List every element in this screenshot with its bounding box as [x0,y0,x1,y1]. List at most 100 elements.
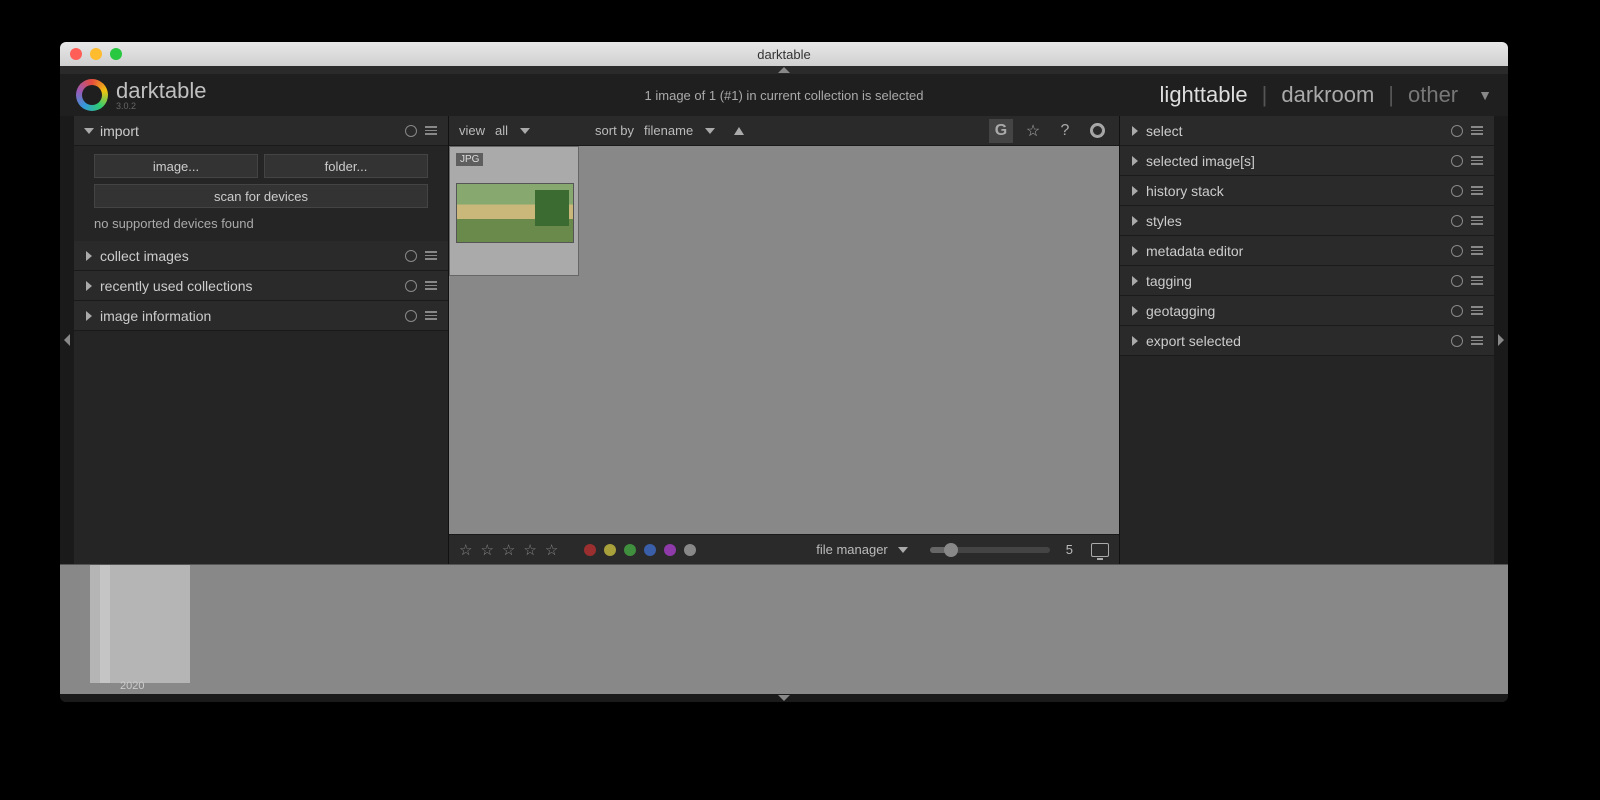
view-dropdown-icon[interactable]: ▼ [1478,87,1492,103]
presets-icon[interactable] [1470,184,1484,198]
panel-imageinfo-header[interactable]: image information [74,301,448,331]
thumbnail[interactable]: JPG [449,146,579,276]
panel-label: collect images [100,248,189,264]
view-filter-label: view [459,123,485,138]
tab-lighttable[interactable]: lighttable [1160,82,1248,108]
app-window: darktable darktable 3.0.2 1 image of 1 (… [60,42,1508,702]
reset-icon[interactable] [1450,154,1464,168]
presets-icon[interactable] [424,279,438,293]
reset-icon[interactable] [1450,304,1464,318]
minimize-icon[interactable] [90,48,102,60]
reset-icon[interactable] [404,309,418,323]
panel-styles-header[interactable]: styles [1120,206,1494,236]
thumbnail-grid[interactable]: JPG [449,146,1119,534]
chevron-down-icon [705,128,715,134]
scan-devices-button[interactable]: scan for devices [94,184,428,208]
reset-icon[interactable] [404,124,418,138]
fullscreen-icon[interactable] [110,48,122,60]
view-filter-dropdown[interactable]: all [495,123,575,138]
color-label-green[interactable] [624,544,636,556]
layout-mode-value: file manager [816,542,888,557]
reset-icon[interactable] [1450,244,1464,258]
star-rating-4[interactable]: ☆ [545,541,558,559]
panel-export-selected-header[interactable]: export selected [1120,326,1494,356]
sort-direction-button[interactable] [734,127,744,135]
presets-icon[interactable] [424,124,438,138]
presets-icon[interactable] [1470,304,1484,318]
layout-mode-dropdown[interactable]: file manager [816,542,908,557]
presets-icon[interactable] [1470,154,1484,168]
titlebar: darktable [60,42,1508,66]
zoom-slider[interactable] [930,547,1050,553]
panel-select-header[interactable]: select [1120,116,1494,146]
star-rating-0[interactable]: ☆ [459,541,472,559]
panel-label: styles [1146,213,1182,229]
timeline-bars [90,565,200,683]
sort-dropdown[interactable]: filename [644,123,724,138]
color-label-purple[interactable] [664,544,676,556]
import-image-button[interactable]: image... [94,154,258,178]
reset-icon[interactable] [1450,274,1464,288]
color-label-blue[interactable] [644,544,656,556]
panel-history-stack-header[interactable]: history stack [1120,176,1494,206]
panel-label: select [1146,123,1183,139]
panel-collect-header[interactable]: collect images [74,241,448,271]
reset-icon[interactable] [404,279,418,293]
grouping-button[interactable]: G [989,119,1013,143]
presets-icon[interactable] [424,249,438,263]
presets-icon[interactable] [1470,244,1484,258]
slider-thumb-icon[interactable] [944,543,958,557]
panel-import-body: image... folder... scan for devices no s… [74,146,448,241]
collection-status: 1 image of 1 (#1) in current collection … [645,88,924,103]
chevron-left-icon [64,334,70,346]
timeline[interactable]: 2020 [60,564,1508,694]
zoom-value: 5 [1066,542,1073,557]
help-button[interactable]: ? [1053,119,1077,143]
reset-icon[interactable] [1450,124,1464,138]
right-panel-collapse[interactable] [1494,116,1508,564]
star-rating-1[interactable]: ☆ [480,541,493,559]
color-label-yellow[interactable] [604,544,616,556]
app-name: darktable [116,80,207,102]
center-area: view all sort by filename G ☆ ? [449,116,1119,564]
left-sidebar: import image... folder... scan for devic… [74,116,449,564]
reset-icon[interactable] [1450,334,1464,348]
color-label-grey[interactable] [684,544,696,556]
presets-icon[interactable] [1470,334,1484,348]
panel-label: tagging [1146,273,1192,289]
star-rating-2[interactable]: ☆ [502,541,515,559]
panel-label: import [100,123,139,139]
tab-darkroom[interactable]: darkroom [1281,82,1374,108]
panel-tagging-header[interactable]: tagging [1120,266,1494,296]
panel-geotagging-header[interactable]: geotagging [1120,296,1494,326]
panel-import-header[interactable]: import [74,116,448,146]
bottom-panel-collapse[interactable] [60,694,1508,702]
close-icon[interactable] [70,48,82,60]
presets-icon[interactable] [1470,214,1484,228]
panel-recent-header[interactable]: recently used collections [74,271,448,301]
star-rating-3[interactable]: ☆ [523,541,536,559]
reset-icon[interactable] [1450,184,1464,198]
separator: | [1262,82,1268,108]
logo: darktable 3.0.2 [76,79,207,111]
left-panel-collapse[interactable] [60,116,74,564]
panel-label: geotagging [1146,303,1215,319]
panel-selected-images-header[interactable]: selected image[s] [1120,146,1494,176]
reset-icon[interactable] [1450,214,1464,228]
color-label-red[interactable] [584,544,596,556]
timeline-year-label: 2020 [120,680,144,692]
presets-icon[interactable] [1470,274,1484,288]
panel-label: history stack [1146,183,1224,199]
top-panel-collapse[interactable] [60,66,1508,74]
panel-metadata-editor-header[interactable]: metadata editor [1120,236,1494,266]
tab-other[interactable]: other [1408,82,1458,108]
import-folder-button[interactable]: folder... [264,154,428,178]
presets-icon[interactable] [1470,124,1484,138]
app-logo-icon [76,79,108,111]
star-overlay-button[interactable]: ☆ [1021,119,1045,143]
presets-icon[interactable] [424,309,438,323]
preferences-button[interactable] [1085,119,1109,143]
fullscreen-preview-icon[interactable] [1091,543,1109,557]
panel-label: selected image[s] [1146,153,1255,169]
reset-icon[interactable] [404,249,418,263]
